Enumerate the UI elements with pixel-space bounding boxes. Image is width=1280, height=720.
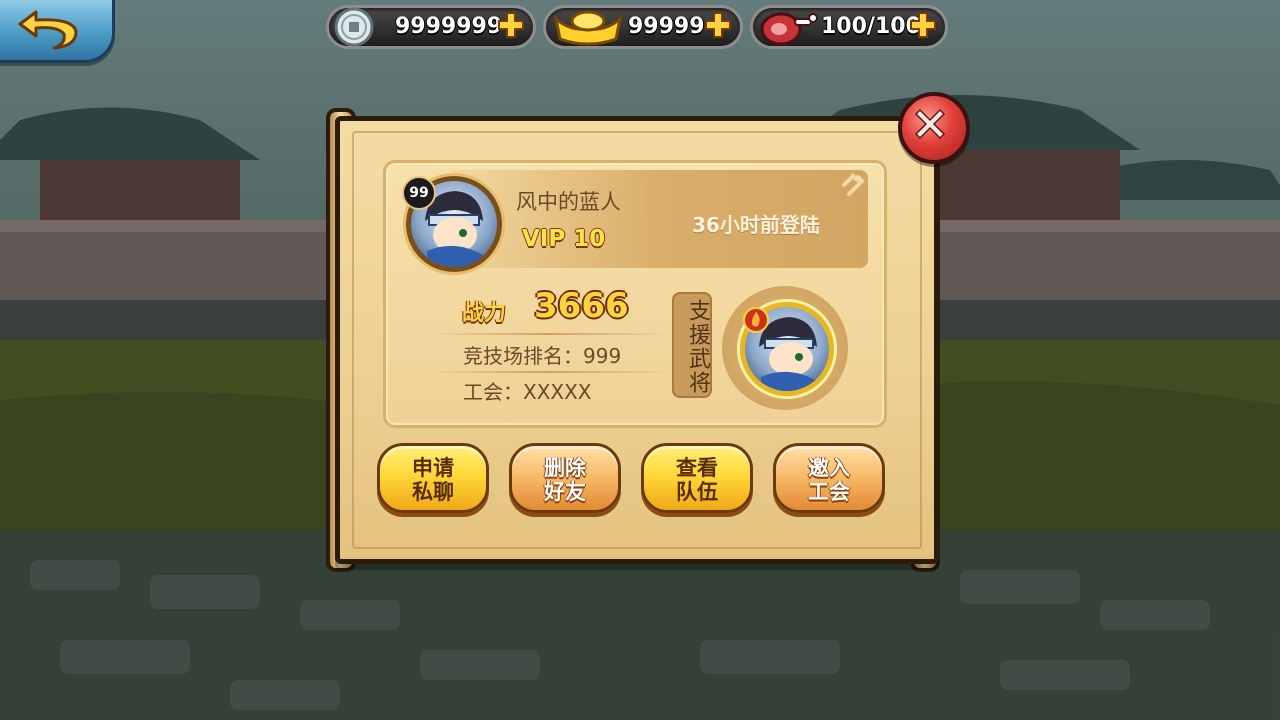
copper-coin-icon (334, 7, 374, 47)
link-icon (842, 173, 865, 196)
back-arrow-icon (18, 10, 78, 50)
invite-guild-button[interactable]: 邀入 工会 (773, 443, 885, 513)
close-button[interactable] (898, 92, 970, 164)
stat-divider (430, 371, 670, 373)
delete-friend-label-line2: 好友 (544, 480, 586, 504)
player-name: 风中的蓝人 (516, 190, 621, 214)
arena-rank: 竞技场排名：999 (463, 344, 622, 368)
copper-resource-bar: 9999999 (326, 5, 536, 49)
back-button[interactable] (0, 0, 115, 63)
add-gold-button[interactable] (704, 11, 732, 39)
gold-amount: 99999 (628, 14, 705, 39)
view-team-label-line1: 查看 (676, 456, 718, 480)
delete-friend-label-line1: 删除 (544, 456, 586, 480)
last-login-status: 36小时前登陆 (692, 213, 820, 237)
power-label: 战力 (462, 301, 507, 326)
view-team-label-line2: 队伍 (676, 480, 718, 504)
add-copper-button[interactable] (497, 11, 525, 39)
private-chat-button[interactable]: 申请 私聊 (377, 443, 489, 513)
invite-guild-label-line1: 邀入 (808, 456, 850, 480)
guild-name: 工会：XXXXX (463, 380, 592, 404)
invite-guild-label-line2: 工会 (808, 480, 850, 504)
delete-friend-button[interactable]: 删除 好友 (509, 443, 621, 513)
meat-stamina-icon (760, 12, 818, 46)
view-team-button[interactable]: 查看 队伍 (641, 443, 753, 513)
support-hero-label: 支援武将 (672, 292, 712, 398)
vip-level: VIP 10 (522, 226, 606, 252)
power-value: 3666 (534, 286, 629, 326)
gold-resource-bar: 99999 (543, 5, 743, 49)
close-icon (914, 108, 946, 140)
fire-element-icon (743, 307, 769, 333)
add-stamina-button[interactable] (909, 11, 937, 39)
stamina-amount: 100/100 (821, 14, 921, 39)
stamina-resource-bar: 100/100 (750, 5, 948, 49)
player-level-badge: 99 (402, 176, 436, 210)
private-chat-label-line2: 私聊 (412, 480, 454, 504)
copper-amount: 9999999 (395, 14, 503, 39)
private-chat-label-line1: 申请 (412, 456, 454, 480)
gold-ingot-icon (553, 10, 623, 46)
stat-divider (430, 333, 670, 335)
